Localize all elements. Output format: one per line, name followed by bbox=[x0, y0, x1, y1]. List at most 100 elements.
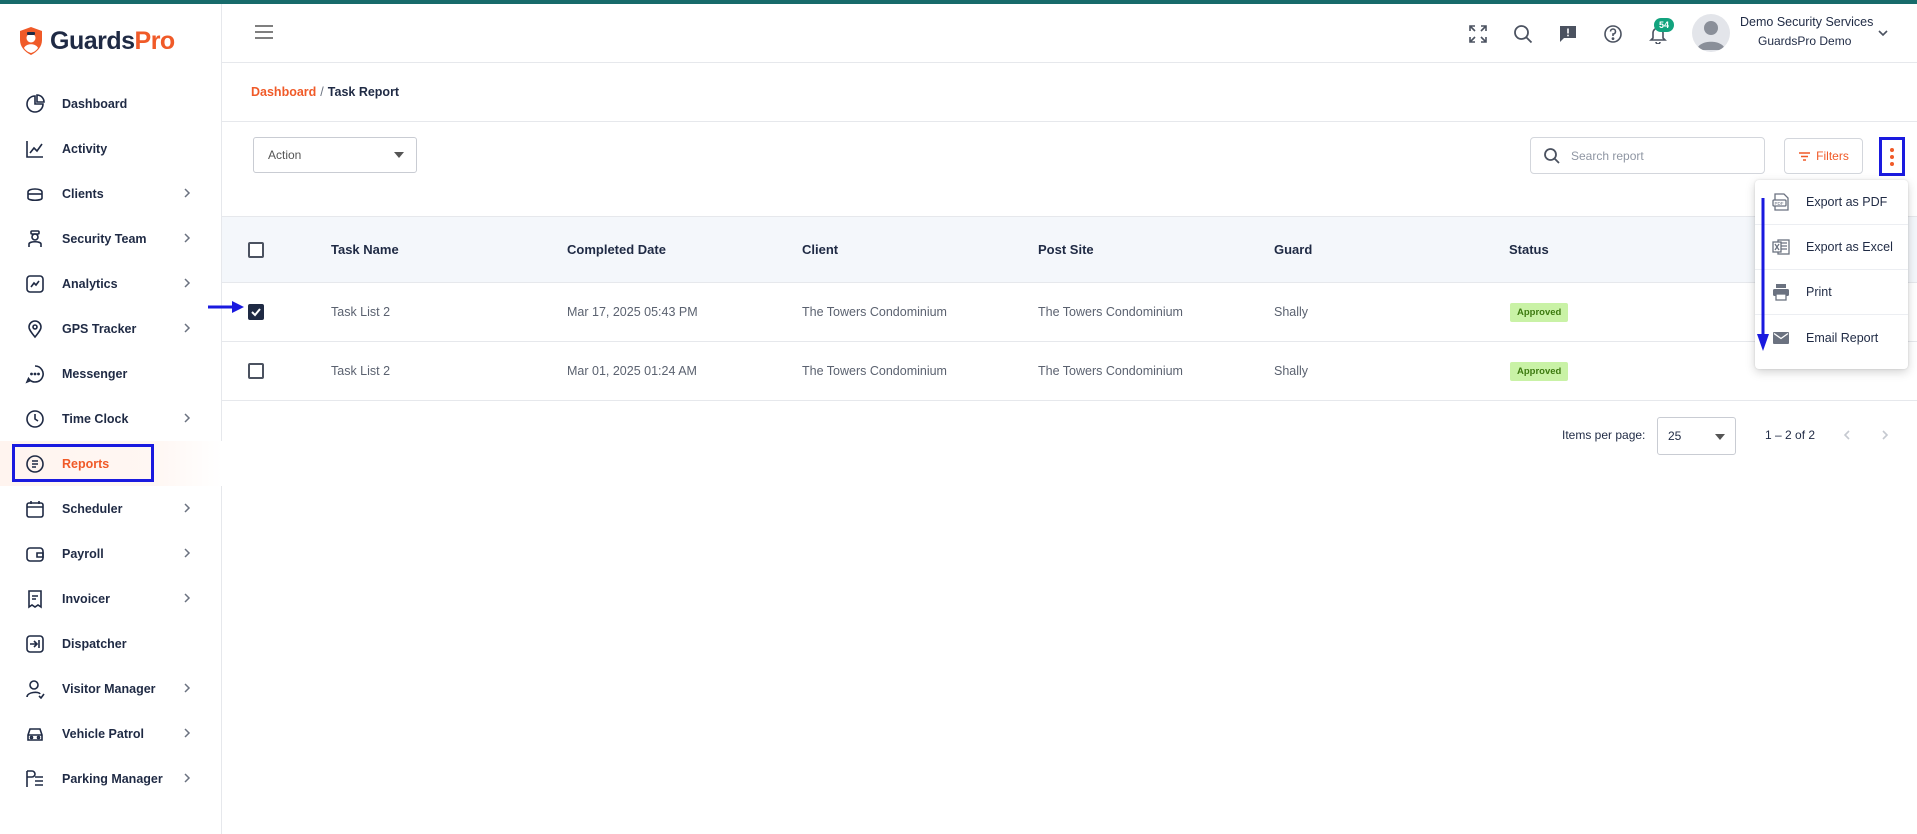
excel-file-icon bbox=[1771, 237, 1791, 257]
previous-page-icon[interactable] bbox=[1840, 428, 1854, 442]
sidebar-item-vehicle-patrol[interactable]: Vehicle Patrol bbox=[0, 711, 222, 756]
sidebar-item-invoicer[interactable]: Invoicer bbox=[0, 576, 222, 621]
export-pdf-menu-item[interactable]: PDF Export as PDF bbox=[1755, 180, 1908, 225]
hamburger-menu-icon[interactable] bbox=[254, 24, 274, 40]
status-cell: Approved bbox=[1510, 283, 1569, 341]
items-per-page-select[interactable]: 25 bbox=[1657, 417, 1736, 455]
export-excel-menu-item[interactable]: Export as Excel bbox=[1755, 225, 1908, 270]
sidebar-item-scheduler[interactable]: Scheduler bbox=[0, 486, 222, 531]
app-logo[interactable]: GuardsPro bbox=[18, 26, 175, 56]
chevron-down-icon[interactable] bbox=[1876, 26, 1890, 40]
sidebar-item-reports[interactable]: Reports bbox=[0, 441, 222, 486]
sidebar-item-payroll[interactable]: Payroll bbox=[0, 531, 222, 576]
wallet-icon bbox=[24, 543, 46, 565]
breadcrumb-home-link[interactable]: Dashboard bbox=[251, 85, 316, 99]
sidebar-item-label: Time Clock bbox=[62, 411, 129, 426]
select-all-checkbox[interactable] bbox=[248, 241, 264, 258]
action-select-label: Action bbox=[268, 148, 302, 162]
column-header-task-name[interactable]: Task Name bbox=[331, 217, 399, 282]
search-icon bbox=[1544, 148, 1560, 164]
table-row[interactable]: Task List 2 Mar 17, 2025 05:43 PM The To… bbox=[222, 283, 1917, 342]
paginator-range-label: 1 – 2 of 2 bbox=[1765, 428, 1816, 442]
sidebar-item-label: Invoicer bbox=[62, 591, 110, 606]
dispatch-icon bbox=[24, 633, 46, 655]
more-options-button[interactable] bbox=[1879, 137, 1905, 176]
sidebar-item-gps-tracker[interactable]: GPS Tracker bbox=[0, 306, 222, 351]
completed-date-cell: Mar 17, 2025 05:43 PM bbox=[567, 305, 698, 319]
chevron-right-icon bbox=[184, 683, 191, 693]
column-header-client[interactable]: Client bbox=[802, 217, 838, 282]
sidebar-item-clients[interactable]: Clients bbox=[0, 171, 222, 216]
feedback-icon[interactable] bbox=[1555, 21, 1581, 47]
filters-label: Filters bbox=[1816, 149, 1849, 163]
task-report-table: Task Name Completed Date Client Post Sit… bbox=[222, 216, 1917, 401]
menu-item-label: Export as PDF bbox=[1806, 195, 1888, 209]
menu-item-label: Export as Excel bbox=[1806, 240, 1893, 254]
email-report-menu-item[interactable]: Email Report bbox=[1755, 315, 1908, 360]
calendar-icon bbox=[24, 498, 46, 520]
sidebar-item-time-clock[interactable]: Time Clock bbox=[0, 396, 222, 441]
table-row[interactable]: Task List 2 Mar 01, 2025 01:24 AM The To… bbox=[222, 342, 1917, 401]
sidebar-item-label: Messenger bbox=[62, 366, 128, 381]
sidebar-item-activity[interactable]: Activity bbox=[0, 126, 222, 171]
chevron-right-icon bbox=[184, 773, 191, 783]
sidebar-item-analytics[interactable]: Analytics bbox=[0, 261, 222, 306]
visitor-icon bbox=[24, 678, 46, 700]
breadcrumb-bar: Dashboard / Task Report bbox=[222, 63, 1917, 122]
user-organization[interactable]: GuardsPro Demo bbox=[1758, 34, 1851, 48]
export-menu: PDF Export as PDF Export as Excel Print … bbox=[1755, 180, 1908, 369]
search-input[interactable] bbox=[1571, 138, 1756, 173]
clock-icon bbox=[24, 408, 46, 430]
document-icon bbox=[24, 453, 46, 475]
print-menu-item[interactable]: Print bbox=[1755, 270, 1908, 315]
sidebar-item-parking-manager[interactable]: Parking Manager bbox=[0, 756, 222, 801]
column-header-completed-date[interactable]: Completed Date bbox=[567, 217, 666, 282]
map-pin-icon bbox=[24, 318, 46, 340]
chevron-right-icon bbox=[184, 323, 191, 333]
column-header-status[interactable]: Status bbox=[1509, 217, 1549, 282]
printer-icon bbox=[1771, 282, 1791, 302]
sidebar-nav: Dashboard Activity Clients Security Team… bbox=[0, 81, 222, 801]
chevron-right-icon bbox=[184, 413, 191, 423]
sidebar-item-label: Vehicle Patrol bbox=[62, 726, 144, 741]
invoice-icon bbox=[24, 588, 46, 610]
fullscreen-icon[interactable] bbox=[1465, 21, 1491, 47]
chevron-right-icon bbox=[184, 728, 191, 738]
analytics-icon bbox=[24, 273, 46, 295]
sidebar-item-label: Activity bbox=[62, 141, 108, 156]
parking-icon bbox=[24, 768, 46, 790]
sidebar-item-label: Security Team bbox=[62, 231, 147, 246]
filters-button[interactable]: Filters bbox=[1784, 138, 1863, 174]
sidebar-item-label: Dispatcher bbox=[62, 636, 127, 651]
menu-item-label: Email Report bbox=[1806, 330, 1879, 345]
chevron-right-icon bbox=[184, 278, 191, 288]
column-header-post-site[interactable]: Post Site bbox=[1038, 217, 1094, 282]
sidebar-item-messenger[interactable]: Messenger bbox=[0, 351, 222, 396]
chevron-right-icon bbox=[184, 593, 191, 603]
sidebar-item-dispatcher[interactable]: Dispatcher bbox=[0, 621, 222, 666]
sidebar-item-dashboard[interactable]: Dashboard bbox=[0, 81, 222, 126]
items-per-page-value: 25 bbox=[1668, 429, 1682, 443]
sidebar-item-label: Clients bbox=[62, 186, 104, 201]
action-select[interactable]: Action bbox=[253, 137, 417, 173]
user-name[interactable]: Demo Security Services bbox=[1740, 15, 1873, 29]
logo-text: GuardsPro bbox=[50, 26, 175, 55]
chevron-right-icon bbox=[184, 188, 191, 198]
row-checkbox[interactable] bbox=[248, 304, 264, 320]
help-icon[interactable] bbox=[1600, 21, 1626, 47]
avatar[interactable] bbox=[1692, 14, 1730, 52]
chevron-right-icon bbox=[184, 233, 191, 243]
row-select-cell bbox=[248, 342, 264, 400]
next-page-icon[interactable] bbox=[1878, 428, 1892, 442]
search-box[interactable] bbox=[1530, 137, 1765, 174]
chevron-right-icon bbox=[184, 503, 191, 513]
column-header-guard[interactable]: Guard bbox=[1274, 217, 1312, 282]
sidebar-item-visitor-manager[interactable]: Visitor Manager bbox=[0, 666, 222, 711]
status-badge: Approved bbox=[1510, 361, 1569, 381]
chat-icon bbox=[24, 363, 46, 385]
envelope-icon bbox=[1771, 328, 1791, 348]
sidebar-item-label: Analytics bbox=[62, 276, 118, 291]
sidebar-item-security-team[interactable]: Security Team bbox=[0, 216, 222, 261]
search-icon[interactable] bbox=[1510, 21, 1536, 47]
row-checkbox[interactable] bbox=[248, 363, 264, 379]
